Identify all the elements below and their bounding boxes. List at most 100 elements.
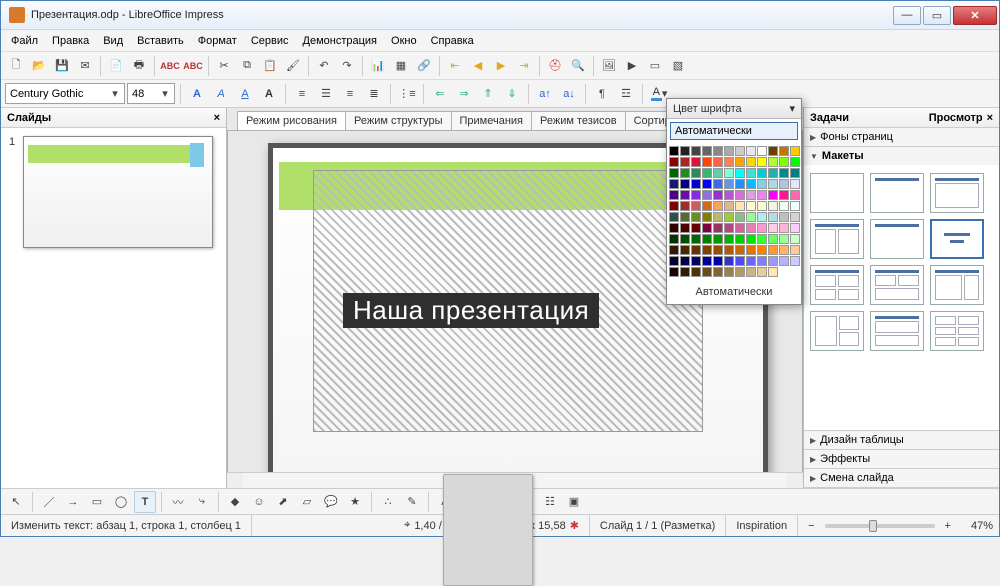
color-swatch[interactable] <box>779 212 789 222</box>
help-icon[interactable]: ⛑ <box>544 55 566 77</box>
color-swatch[interactable] <box>669 267 679 277</box>
hyperlink-icon[interactable]: 🔗 <box>413 55 435 77</box>
color-swatch[interactable] <box>735 256 745 266</box>
color-swatch[interactable] <box>669 146 679 156</box>
section-table[interactable]: ▶Дизайн таблицы <box>804 431 999 449</box>
color-swatch[interactable] <box>669 179 679 189</box>
color-swatch[interactable] <box>691 223 701 233</box>
color-swatch[interactable] <box>757 223 767 233</box>
color-swatch[interactable] <box>768 157 778 167</box>
tab-handout[interactable]: Режим тезисов <box>531 111 626 130</box>
color-swatch[interactable] <box>790 168 800 178</box>
tab-outline[interactable]: Режим структуры <box>345 111 452 130</box>
slide-title-text[interactable]: Наша презентация <box>343 293 599 328</box>
color-swatch[interactable] <box>669 223 679 233</box>
color-swatch[interactable] <box>702 190 712 200</box>
color-swatch[interactable] <box>691 201 701 211</box>
arrange-icon[interactable]: ▣ <box>563 491 585 513</box>
color-swatch[interactable] <box>735 267 745 277</box>
color-swatch[interactable] <box>724 190 734 200</box>
slides-panel-close-icon[interactable]: × <box>214 112 220 124</box>
align-obj-icon[interactable]: ☷ <box>539 491 561 513</box>
color-swatch[interactable] <box>768 245 778 255</box>
color-swatch[interactable] <box>735 201 745 211</box>
color-swatch[interactable] <box>790 223 800 233</box>
color-swatch[interactable] <box>768 146 778 156</box>
layout-2x2[interactable] <box>810 265 864 305</box>
color-swatch[interactable] <box>779 201 789 211</box>
color-swatch[interactable] <box>713 201 723 211</box>
menu-insert[interactable]: Вставить <box>131 33 190 49</box>
maximize-button[interactable]: ▭ <box>923 6 951 25</box>
copy-icon[interactable]: ⧉ <box>236 55 258 77</box>
color-swatch[interactable] <box>702 157 712 167</box>
move-up-icon[interactable]: ⇑ <box>477 83 499 105</box>
color-swatch[interactable] <box>680 212 690 222</box>
connector-icon[interactable]: ⤷ <box>191 491 213 513</box>
menu-slideshow[interactable]: Демонстрация <box>297 33 384 49</box>
tasks-view-label[interactable]: Просмотр <box>929 112 983 124</box>
color-swatch[interactable] <box>702 267 712 277</box>
color-swatch[interactable] <box>790 190 800 200</box>
paintbrush-icon[interactable]: 🖌 <box>282 55 304 77</box>
zoom-out-icon[interactable]: − <box>808 520 814 532</box>
pdf-icon[interactable]: 📄 <box>105 55 127 77</box>
tasks-close-icon[interactable]: × <box>987 112 993 124</box>
zoom-slider[interactable] <box>825 524 935 528</box>
color-swatch[interactable] <box>680 179 690 189</box>
section-effects[interactable]: ▶Эффекты <box>804 450 999 468</box>
open-icon[interactable]: 📂 <box>28 55 50 77</box>
email-icon[interactable]: ✉ <box>74 55 96 77</box>
color-swatch[interactable] <box>724 168 734 178</box>
cut-icon[interactable]: ✂ <box>213 55 235 77</box>
color-swatch[interactable] <box>790 157 800 167</box>
layout-big-small[interactable] <box>930 265 984 305</box>
color-swatch[interactable] <box>735 157 745 167</box>
autospell-icon[interactable]: ABC <box>182 55 204 77</box>
new-icon[interactable]: 🗋 <box>5 55 27 77</box>
color-swatch[interactable] <box>713 212 723 222</box>
color-swatch[interactable] <box>713 267 723 277</box>
color-swatch[interactable] <box>746 190 756 200</box>
color-swatch[interactable] <box>735 223 745 233</box>
points-icon[interactable]: ∴ <box>377 491 399 513</box>
ellipse-icon[interactable]: ◯ <box>110 491 132 513</box>
tab-notes[interactable]: Примечания <box>451 111 533 130</box>
color-swatch[interactable] <box>669 201 679 211</box>
bold-icon[interactable]: A <box>186 83 208 105</box>
color-swatch[interactable] <box>746 256 756 266</box>
color-automatic-button[interactable]: Автоматически <box>670 122 798 140</box>
flowchart-icon[interactable]: ▱ <box>296 491 318 513</box>
color-swatch[interactable] <box>757 245 767 255</box>
paste-icon[interactable]: 📋 <box>259 55 281 77</box>
color-swatch[interactable] <box>790 179 800 189</box>
color-swatch[interactable] <box>768 267 778 277</box>
color-swatch[interactable] <box>691 157 701 167</box>
color-swatch[interactable] <box>713 256 723 266</box>
layout-blank[interactable] <box>810 173 864 213</box>
color-swatch[interactable] <box>768 168 778 178</box>
color-swatch[interactable] <box>790 234 800 244</box>
color-swatch[interactable] <box>735 212 745 222</box>
menu-edit[interactable]: Правка <box>46 33 95 49</box>
color-swatch[interactable] <box>724 245 734 255</box>
color-swatch[interactable] <box>757 201 767 211</box>
color-swatch[interactable] <box>790 256 800 266</box>
chart-icon[interactable]: 📊 <box>367 55 389 77</box>
color-swatch[interactable] <box>724 212 734 222</box>
color-swatch[interactable] <box>779 146 789 156</box>
menu-format[interactable]: Формат <box>192 33 243 49</box>
color-swatch[interactable] <box>746 157 756 167</box>
color-swatch[interactable] <box>790 201 800 211</box>
nav-prev-icon[interactable]: ◀ <box>467 55 489 77</box>
color-swatch[interactable] <box>669 212 679 222</box>
underline-icon[interactable]: A <box>234 83 256 105</box>
color-swatch[interactable] <box>735 146 745 156</box>
color-swatch[interactable] <box>757 256 767 266</box>
nav-last-icon[interactable]: ⇥ <box>513 55 535 77</box>
arrow-icon[interactable]: → <box>62 491 84 513</box>
callouts-icon[interactable]: 💬 <box>320 491 342 513</box>
color-swatch[interactable] <box>691 256 701 266</box>
zoom-in-icon[interactable]: + <box>945 520 951 532</box>
color-swatch[interactable] <box>746 168 756 178</box>
